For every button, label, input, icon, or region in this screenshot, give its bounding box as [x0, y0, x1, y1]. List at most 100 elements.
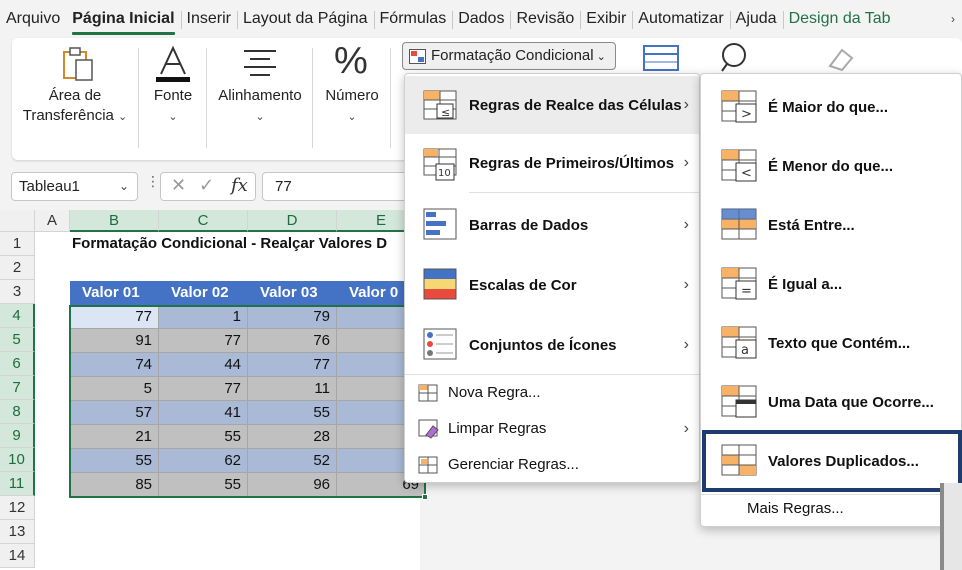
- row-header[interactable]: 12: [0, 496, 35, 520]
- cancel-icon[interactable]: ✕: [171, 175, 186, 196]
- table-cell[interactable]: 96: [248, 473, 337, 497]
- tab-formulas[interactable]: Fórmulas: [373, 0, 453, 38]
- clipboard-group[interactable]: Área de Transferência ⌄: [12, 38, 138, 160]
- table-cell[interactable]: 11: [248, 377, 337, 401]
- row-header[interactable]: 5: [0, 328, 35, 352]
- table-cell[interactable]: 1: [159, 305, 248, 329]
- format-table-icon[interactable]: [642, 44, 680, 72]
- table-header-cell[interactable]: Valor 02: [159, 281, 248, 305]
- table-cell[interactable]: 77: [70, 305, 159, 329]
- top-bottom-icon: 10: [423, 148, 457, 181]
- table-cell[interactable]: 62: [159, 449, 248, 473]
- row-header[interactable]: 4: [0, 304, 35, 328]
- menu-item-data-bars[interactable]: Barras de Dados ›: [405, 196, 699, 254]
- tab-exibir[interactable]: Exibir: [580, 0, 632, 38]
- submenu-item-equal-to[interactable]: = É Igual a...: [701, 255, 961, 313]
- row-header[interactable]: 3: [0, 280, 35, 304]
- col-header-b[interactable]: B: [70, 210, 159, 232]
- search-icon[interactable]: [718, 42, 752, 72]
- font-group[interactable]: Fonte ⌄: [140, 38, 206, 160]
- tab-ajuda[interactable]: Ajuda: [729, 0, 783, 38]
- tab-revisao[interactable]: Revisão: [510, 0, 580, 38]
- select-all-corner[interactable]: [0, 210, 35, 232]
- table-cell[interactable]: 77: [159, 329, 248, 353]
- table-cell[interactable]: 77: [248, 353, 337, 377]
- row-header[interactable]: 9: [0, 424, 35, 448]
- menu-item-color-scales[interactable]: Escalas de Cor ›: [405, 256, 699, 314]
- tab-arquivo[interactable]: Arquivo: [0, 0, 66, 38]
- col-header-c[interactable]: C: [159, 210, 248, 232]
- row-header[interactable]: 8: [0, 400, 35, 424]
- table-cell[interactable]: 55: [70, 449, 159, 473]
- tabs-scroll-right[interactable]: ›: [944, 0, 962, 38]
- table-cell[interactable]: 21: [70, 425, 159, 449]
- table-header-cell[interactable]: Valor 01: [70, 281, 159, 305]
- table-cell[interactable]: 85: [70, 473, 159, 497]
- table-cell[interactable]: 77: [159, 377, 248, 401]
- chevron-down-icon: ⌄: [118, 111, 128, 123]
- tab-inserir[interactable]: Inserir: [180, 0, 237, 38]
- menu-item-manage-rules[interactable]: Gerenciar Regras...: [405, 447, 699, 483]
- tab-layout[interactable]: Layout da Página: [236, 0, 374, 38]
- row-header[interactable]: 1: [0, 232, 35, 256]
- worksheet-grid[interactable]: A B C D E 1 2 3 4 5 6 7 8 9 10 11 12 13 …: [0, 210, 428, 570]
- table-cell[interactable]: 5: [70, 377, 159, 401]
- submenu-item-greater-than[interactable]: > É Maior do que...: [701, 78, 961, 136]
- submenu-item-less-than[interactable]: < É Menor do que...: [701, 137, 961, 195]
- confirm-icon[interactable]: ✓: [199, 175, 214, 196]
- table-cell[interactable]: 76: [248, 329, 337, 353]
- alignment-group[interactable]: Alinhamento ⌄: [208, 38, 312, 160]
- row-header[interactable]: 13: [0, 520, 35, 544]
- conditional-formatting-button[interactable]: Formatação Condicional ⌄: [402, 42, 616, 70]
- table-cell[interactable]: 55: [159, 473, 248, 497]
- submenu-item-label: Está Entre...: [768, 217, 855, 234]
- tab-pagina-inicial[interactable]: Página Inicial: [66, 0, 180, 38]
- name-box[interactable]: Tableau1 ⌄: [11, 172, 138, 201]
- menu-item-top-bottom[interactable]: 10 Regras de Primeiros/Últimos ›: [405, 134, 699, 192]
- formula-buttons: ✕ ✓ fx: [160, 172, 256, 201]
- table-cell[interactable]: 79: [248, 305, 337, 329]
- table-cell[interactable]: 55: [248, 401, 337, 425]
- vertical-scrollbar[interactable]: [940, 483, 962, 570]
- submenu-item-label: Texto que Contém...: [768, 335, 911, 352]
- number-group[interactable]: % Número ⌄: [314, 38, 390, 160]
- tab-design[interactable]: Design da Tab: [782, 0, 897, 38]
- table-cell[interactable]: 41: [159, 401, 248, 425]
- col-header-a[interactable]: A: [35, 210, 70, 232]
- table-cell[interactable]: 74: [70, 353, 159, 377]
- row-header[interactable]: 14: [0, 544, 35, 568]
- submenu-item-more-rules[interactable]: Mais Regras...: [747, 500, 844, 517]
- table-cell[interactable]: 57: [70, 401, 159, 425]
- less-than-icon: <: [721, 149, 757, 182]
- menu-item-highlight-rules[interactable]: ≤ Regras de Realce das Células ›: [405, 76, 699, 134]
- submenu-item-between[interactable]: Está Entre...: [701, 196, 961, 254]
- table-cell[interactable]: 44: [159, 353, 248, 377]
- row-header[interactable]: 11: [0, 472, 35, 496]
- row-header[interactable]: 6: [0, 352, 35, 376]
- col-header-d[interactable]: D: [248, 210, 337, 232]
- submenu-item-date-occurring[interactable]: Uma Data que Ocorre...: [701, 373, 961, 431]
- table-cell[interactable]: 52: [248, 449, 337, 473]
- tab-dados[interactable]: Dados: [452, 0, 510, 38]
- tab-automatizar[interactable]: Automatizar: [632, 0, 729, 38]
- formula-input[interactable]: 77: [262, 172, 412, 201]
- row-header[interactable]: 10: [0, 448, 35, 472]
- data-bars-icon: [423, 208, 457, 240]
- table-cell[interactable]: 91: [70, 329, 159, 353]
- menu-item-new-rule[interactable]: Nova Regra...: [405, 375, 699, 411]
- table-cell[interactable]: 55: [159, 425, 248, 449]
- fx-icon[interactable]: fx: [231, 175, 248, 196]
- table-header-cell[interactable]: Valor 03: [248, 281, 337, 305]
- submenu-item-text-contains[interactable]: a Texto que Contém...: [701, 314, 961, 372]
- menu-item-clear-rules[interactable]: Limpar Regras ›: [405, 411, 699, 447]
- menu-item-icon-sets[interactable]: Conjuntos de Ícones ›: [405, 316, 699, 374]
- clear-icon[interactable]: [824, 44, 858, 72]
- fill-handle[interactable]: [422, 494, 428, 500]
- row-header[interactable]: 7: [0, 376, 35, 400]
- highlight-rules-submenu: > É Maior do que... < É Menor do que... …: [700, 73, 962, 527]
- svg-text:10: 10: [438, 168, 451, 179]
- sheet-title[interactable]: Formatação Condicional - Realçar Valores…: [72, 235, 387, 252]
- table-cell[interactable]: 28: [248, 425, 337, 449]
- row-header[interactable]: 2: [0, 256, 35, 280]
- chevron-down-icon: ⌄: [347, 111, 357, 123]
